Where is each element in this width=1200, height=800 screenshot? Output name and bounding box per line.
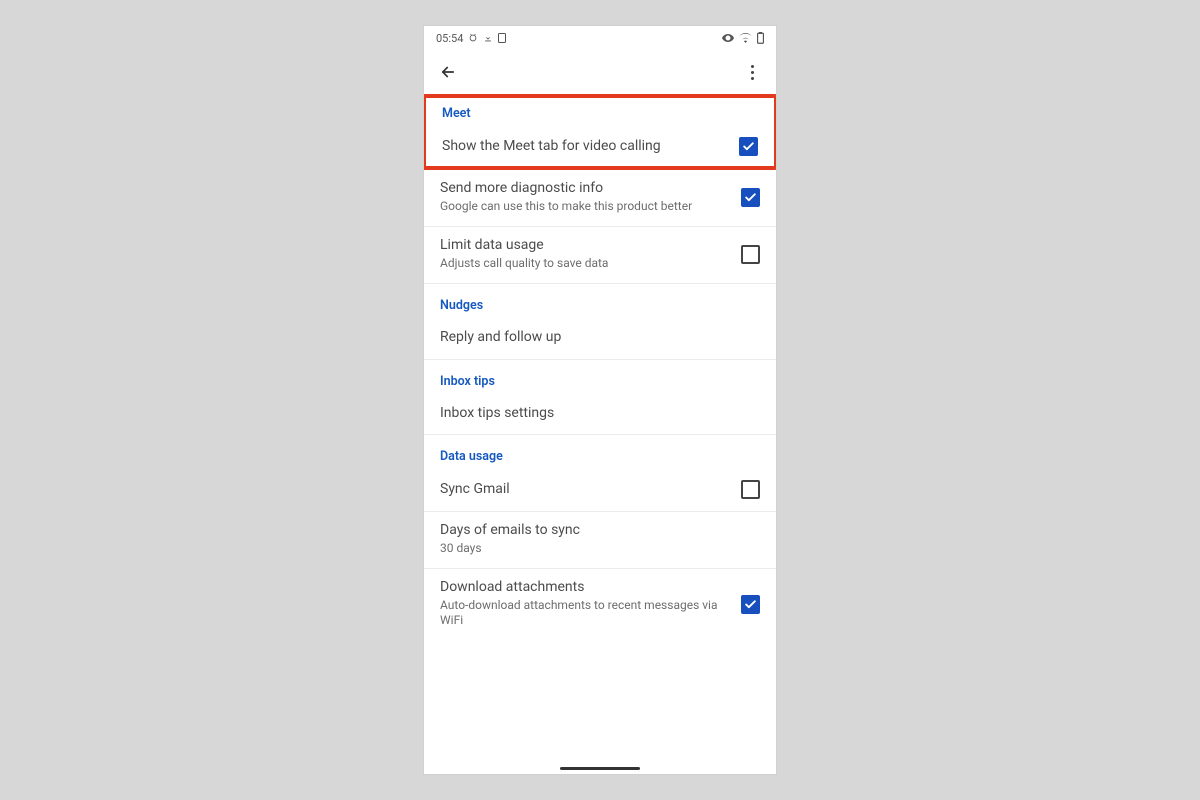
- setting-title: Send more diagnostic info: [440, 180, 731, 198]
- battery-icon: [757, 32, 764, 44]
- section-header-data-usage: Data usage: [424, 435, 776, 470]
- sim-icon: [498, 33, 506, 43]
- checkbox-show-meet-tab[interactable]: [739, 137, 758, 156]
- setting-title: Download attachments: [440, 579, 731, 597]
- phone-frame: 05:54: [424, 26, 776, 774]
- section-header-inbox-tips: Inbox tips: [424, 360, 776, 395]
- wifi-icon: [739, 33, 752, 43]
- setting-inbox-tips[interactable]: Inbox tips settings: [424, 395, 776, 436]
- download-icon: [483, 33, 493, 43]
- setting-title: Sync Gmail: [440, 481, 731, 499]
- section-header-nudges: Nudges: [424, 284, 776, 319]
- highlighted-section: Meet Show the Meet tab for video calling: [424, 94, 776, 170]
- checkbox-download-attachments[interactable]: [741, 595, 760, 614]
- setting-title: Limit data usage: [440, 237, 731, 255]
- section-header-meet: Meet: [426, 98, 774, 127]
- status-time: 05:54: [436, 32, 463, 45]
- setting-subtitle: Auto-download attachments to recent mess…: [440, 598, 731, 629]
- setting-title: Show the Meet tab for video calling: [442, 138, 729, 156]
- status-bar: 05:54: [424, 26, 776, 50]
- setting-days-to-sync[interactable]: Days of emails to sync 30 days: [424, 512, 776, 569]
- setting-reply-followup[interactable]: Reply and follow up: [424, 319, 776, 360]
- alarm-icon: [468, 33, 478, 43]
- setting-diagnostic-info[interactable]: Send more diagnostic info Google can use…: [424, 170, 776, 227]
- checkbox-sync-gmail[interactable]: [741, 480, 760, 499]
- setting-title: Days of emails to sync: [440, 522, 760, 540]
- back-button[interactable]: [436, 60, 460, 84]
- setting-subtitle: Adjusts call quality to save data: [440, 256, 731, 272]
- settings-list: Meet Show the Meet tab for video calling…: [424, 94, 776, 774]
- setting-subtitle: 30 days: [440, 541, 760, 557]
- setting-show-meet-tab[interactable]: Show the Meet tab for video calling: [426, 127, 774, 166]
- nav-handle-icon: [560, 767, 640, 770]
- setting-title: Inbox tips settings: [440, 405, 760, 423]
- setting-limit-data[interactable]: Limit data usage Adjusts call quality to…: [424, 227, 776, 284]
- setting-title: Reply and follow up: [440, 329, 760, 347]
- setting-subtitle: Google can use this to make this product…: [440, 199, 731, 215]
- setting-download-attachments[interactable]: Download attachments Auto-download attac…: [424, 569, 776, 641]
- setting-sync-gmail[interactable]: Sync Gmail: [424, 470, 776, 512]
- checkbox-diagnostic[interactable]: [741, 188, 760, 207]
- checkbox-limit-data[interactable]: [741, 245, 760, 264]
- app-bar: [424, 50, 776, 94]
- eye-icon: [722, 33, 734, 43]
- overflow-menu-button[interactable]: [740, 60, 764, 84]
